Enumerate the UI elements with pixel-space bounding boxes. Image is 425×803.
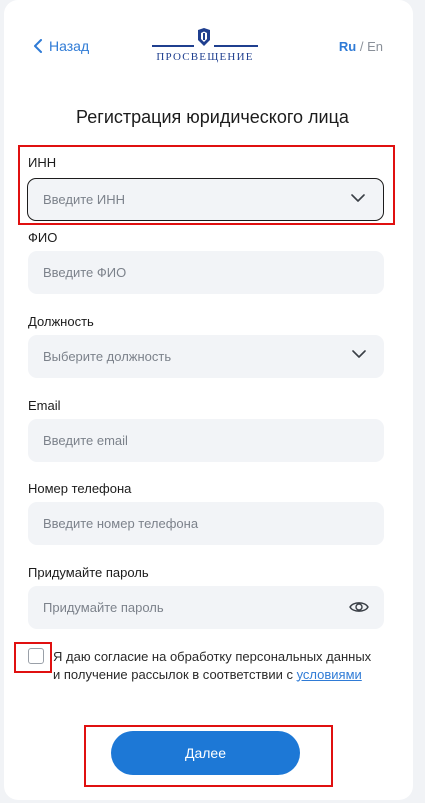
- email-label: Email: [28, 398, 61, 413]
- phone-input[interactable]: Введите номер телефона: [28, 502, 384, 545]
- logo-line-right: [214, 45, 258, 47]
- consent-checkbox[interactable]: [28, 648, 44, 664]
- chevron-left-icon: [34, 39, 42, 53]
- logo-text: ПРОСВЕЩЕНИЕ: [156, 51, 254, 63]
- back-link[interactable]: Назад: [33, 38, 89, 54]
- lang-ru[interactable]: Ru: [339, 39, 356, 54]
- password-input[interactable]: Придумайте пароль: [28, 586, 384, 629]
- email-placeholder: Введите email: [43, 433, 128, 448]
- inn-label: ИНН: [28, 155, 57, 170]
- fio-label: ФИО: [28, 230, 58, 245]
- password-placeholder: Придумайте пароль: [43, 600, 164, 615]
- inn-select[interactable]: Введите ИНН: [27, 178, 384, 221]
- logo-line-left: [152, 45, 194, 47]
- phone-placeholder: Введите номер телефона: [43, 516, 199, 531]
- position-placeholder: Выберите должность: [43, 349, 172, 364]
- inn-placeholder: Введите ИНН: [43, 192, 125, 207]
- consent-text: Я даю согласие на обработку персональных…: [53, 648, 373, 683]
- chevron-down-icon: [351, 194, 365, 202]
- chevron-down-icon: [352, 350, 366, 358]
- back-label: Назад: [49, 38, 90, 54]
- fio-placeholder: Введите ФИО: [43, 265, 127, 280]
- lang-en[interactable]: En: [367, 39, 383, 54]
- terms-link[interactable]: условиями: [297, 667, 362, 682]
- top-bar: Назад ПРОСВЕЩЕНИЕ Ru / En: [0, 0, 425, 80]
- eye-icon[interactable]: [349, 599, 369, 615]
- page-title: Регистрация юридического лица: [76, 107, 349, 127]
- password-label: Придумайте пароль: [28, 565, 149, 580]
- language-switcher: Ru / En: [339, 39, 383, 54]
- position-select[interactable]: Выберите должность: [28, 335, 384, 378]
- next-button[interactable]: Далее: [111, 731, 300, 775]
- logo-emblem-icon: [198, 28, 210, 46]
- fio-input[interactable]: Введите ФИО: [28, 251, 384, 294]
- lang-separator: /: [356, 39, 368, 54]
- email-input[interactable]: Введите email: [28, 419, 384, 462]
- phone-label: Номер телефона: [28, 481, 132, 496]
- position-label: Должность: [28, 314, 94, 329]
- prosveshchenie-logo[interactable]: ПРОСВЕЩЕНИЕ: [150, 28, 260, 66]
